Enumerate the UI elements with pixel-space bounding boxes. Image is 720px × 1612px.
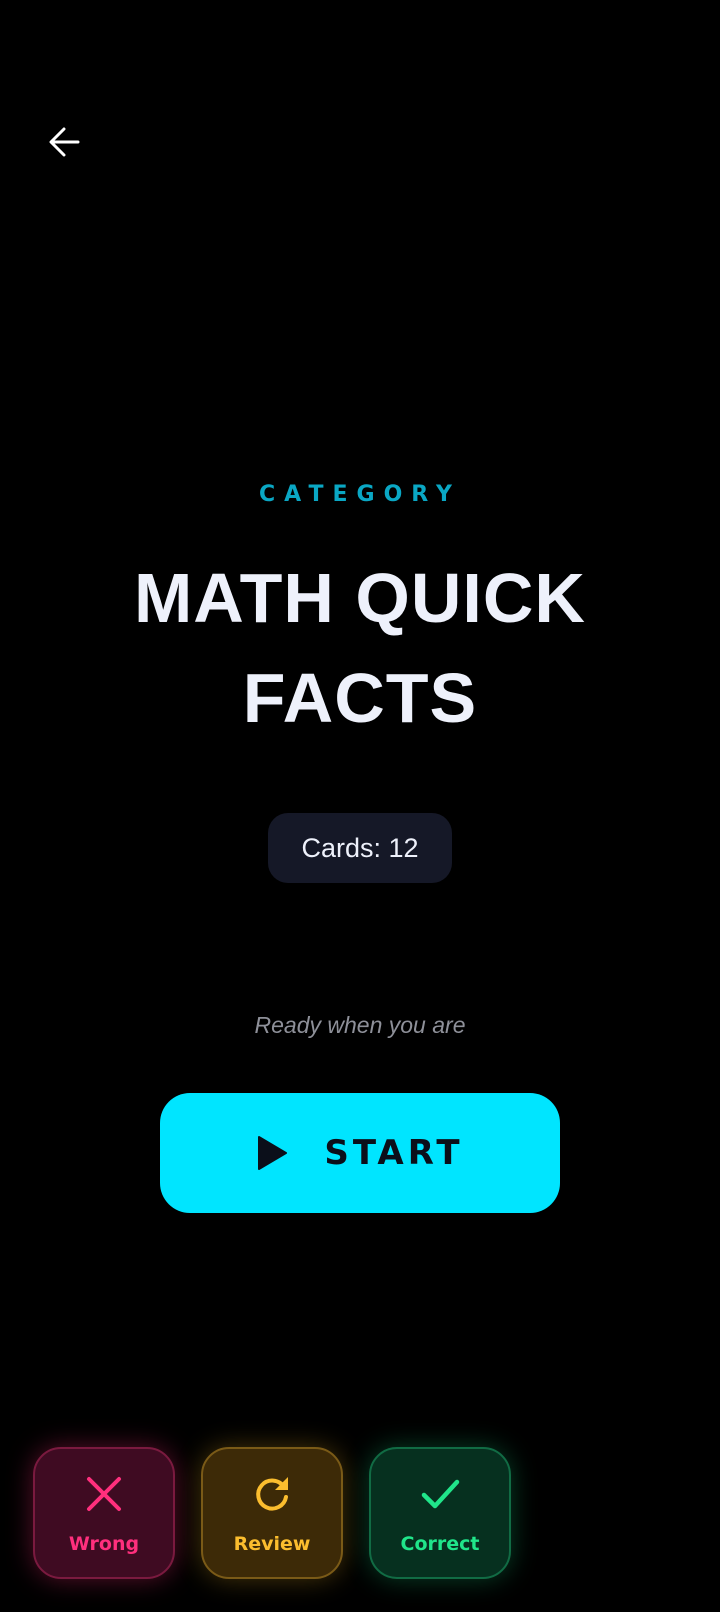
wrong-button[interactable]: Wrong bbox=[33, 1447, 175, 1579]
close-icon bbox=[87, 1477, 121, 1511]
review-button[interactable]: Review bbox=[201, 1447, 343, 1579]
deck-title: MATH QUICK FACTS bbox=[134, 559, 586, 737]
arrow-left-icon bbox=[49, 127, 80, 157]
play-icon bbox=[258, 1136, 288, 1170]
correct-button[interactable]: Correct bbox=[369, 1447, 511, 1579]
start-button[interactable]: START bbox=[160, 1093, 560, 1213]
category-label: CATEGORY bbox=[259, 482, 461, 507]
correct-button-label: Correct bbox=[400, 1533, 480, 1555]
wrong-button-label: Wrong bbox=[68, 1533, 140, 1555]
refresh-icon bbox=[256, 1477, 288, 1511]
cards-count-badge: Cards: 12 bbox=[268, 813, 452, 883]
check-icon bbox=[421, 1479, 460, 1509]
ready-prompt: Ready when you are bbox=[254, 1012, 466, 1038]
back-button[interactable] bbox=[34, 112, 94, 172]
start-button-label: START bbox=[324, 1133, 464, 1173]
review-button-label: Review bbox=[233, 1533, 311, 1555]
